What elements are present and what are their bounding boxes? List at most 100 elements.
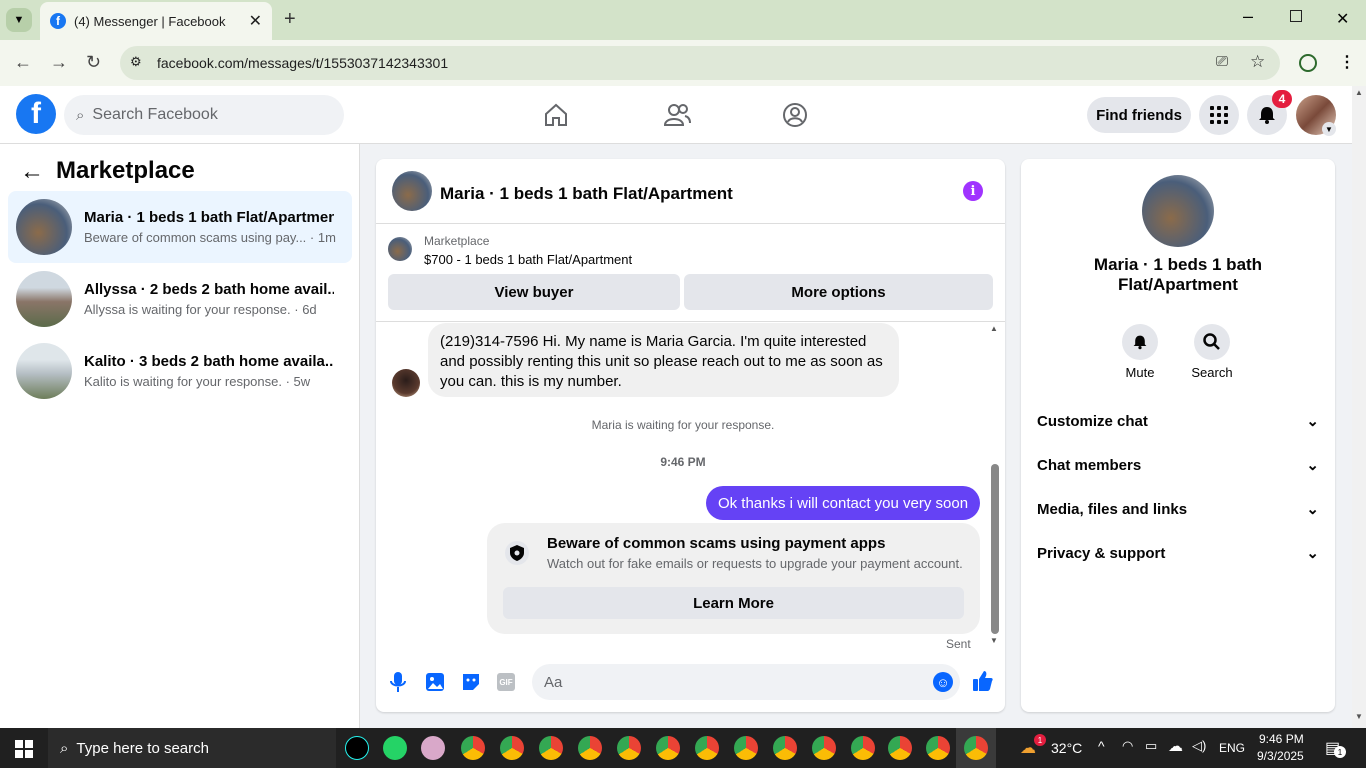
info-avatar[interactable]: [1142, 175, 1214, 247]
chrome-profile-icon[interactable]: [656, 736, 680, 760]
learn-more-button[interactable]: Learn More: [503, 587, 964, 619]
scrollbar-thumb[interactable]: [991, 464, 999, 634]
paint-app-icon[interactable]: [421, 736, 445, 760]
chrome-profile-icon[interactable]: [964, 736, 988, 760]
maximize-icon[interactable]: [1290, 10, 1302, 22]
view-buyer-button[interactable]: View buyer: [388, 274, 680, 310]
chrome-profile-icon[interactable]: [695, 736, 719, 760]
conversation-preview: Kalito is waiting for your response. · 5…: [84, 374, 311, 389]
incoming-message-bubble: (219)314-7596 Hi. My name is Maria Garci…: [428, 323, 899, 397]
mute-button[interactable]: [1122, 324, 1158, 360]
conversation-item[interactable]: Kalito · 3 beds 2 bath home availa... Kal…: [8, 335, 352, 407]
privacy-support-section[interactable]: Privacy & support ⌄: [1037, 535, 1319, 571]
tab-list-button[interactable]: ▼: [6, 8, 32, 32]
profile-icon[interactable]: [1299, 54, 1317, 72]
scroll-up-icon[interactable]: ▲: [990, 324, 998, 333]
chrome-profile-icon[interactable]: [617, 736, 641, 760]
chrome-profile-icon[interactable]: [926, 736, 950, 760]
whatsapp-icon[interactable]: [383, 736, 407, 760]
section-label: Customize chat: [1037, 412, 1148, 430]
sender-avatar: [392, 369, 420, 397]
scroll-down-icon[interactable]: ▼: [990, 636, 998, 645]
info-icon[interactable]: i: [963, 181, 983, 201]
listing-price[interactable]: $700 - 1 beds 1 bath Flat/Apartment: [424, 252, 632, 267]
customize-chat-section[interactable]: Customize chat ⌄: [1037, 403, 1319, 439]
groups-icon[interactable]: [782, 102, 808, 128]
chrome-profile-icon[interactable]: [888, 736, 912, 760]
minimize-icon[interactable]: –: [1243, 6, 1253, 27]
close-window-icon[interactable]: ✕: [1336, 9, 1349, 29]
windows-start-icon[interactable]: [15, 740, 33, 758]
conversation-item[interactable]: Maria · 1 beds 1 bath Flat/Apartment Bewa…: [8, 191, 352, 263]
chat-title[interactable]: Maria · 1 beds 1 bath Flat/Apartment: [440, 184, 733, 204]
battery-icon[interactable]: ▭: [1145, 738, 1157, 754]
more-options-button[interactable]: More options: [684, 274, 993, 310]
menu-grid-button[interactable]: [1199, 95, 1239, 135]
chrome-profile-icon[interactable]: [539, 736, 563, 760]
forward-icon[interactable]: →: [50, 52, 68, 73]
message-input[interactable]: Aa ☺: [532, 664, 960, 700]
site-info-icon[interactable]: ⚙: [130, 54, 142, 70]
install-app-icon[interactable]: ⎚: [1216, 53, 1228, 70]
scam-warning-title: Beware of common scams using payment app…: [547, 535, 886, 552]
search-label: Search: [1191, 365, 1233, 380]
weather-temp[interactable]: 32°C: [1051, 740, 1082, 756]
facebook-logo[interactable]: f: [16, 94, 56, 134]
browser-tab[interactable]: f (4) Messenger | Facebook ✕: [40, 2, 272, 40]
search-conversation-button[interactable]: [1194, 324, 1230, 360]
chevron-down-icon: ⌄: [1306, 545, 1319, 562]
grid-icon: [1210, 106, 1228, 124]
account-chevron-icon[interactable]: ▼: [1322, 122, 1336, 136]
chat-info-panel: Maria · 1 beds 1 bath Flat/Apartment Mut…: [1021, 159, 1335, 712]
magnifier-icon: [1203, 333, 1220, 350]
chrome-profile-icon[interactable]: [773, 736, 797, 760]
page-scroll-down-icon[interactable]: ▼: [1355, 712, 1363, 721]
clock-date[interactable]: 9/3/2025: [1257, 749, 1304, 763]
browser-menu-icon[interactable]: ⋮: [1339, 52, 1355, 72]
show-hidden-icons[interactable]: ^: [1098, 738, 1105, 754]
facebook-favicon-icon: f: [50, 13, 66, 29]
chrome-profile-icon[interactable]: [812, 736, 836, 760]
volume-icon[interactable]: ◁): [1192, 738, 1206, 754]
wifi-icon[interactable]: ◠: [1122, 738, 1133, 754]
chrome-profile-icon[interactable]: [461, 736, 485, 760]
microphone-icon[interactable]: [390, 671, 406, 693]
page-scroll-up-icon[interactable]: ▲: [1355, 88, 1363, 97]
chrome-profile-icon[interactable]: [578, 736, 602, 760]
find-friends-button[interactable]: Find friends: [1087, 97, 1191, 133]
friends-icon[interactable]: [663, 102, 691, 128]
reload-icon[interactable]: ↻: [86, 52, 101, 73]
taskbar-search-box[interactable]: ⌕ Type here to search: [48, 728, 336, 768]
conversation-item[interactable]: Allyssa · 2 beds 2 bath home avail... All…: [8, 263, 352, 335]
chat-scrollbar[interactable]: ▲ ▼: [990, 324, 1000, 648]
sticker-icon[interactable]: [461, 672, 481, 692]
chrome-profile-icon[interactable]: [500, 736, 524, 760]
new-tab-icon[interactable]: +: [284, 8, 296, 31]
media-files-section[interactable]: Media, files and links ⌄: [1037, 491, 1319, 527]
like-icon[interactable]: [972, 670, 994, 692]
shield-icon: [505, 541, 529, 565]
page-scrollbar[interactable]: ▲ ▼: [1352, 86, 1366, 728]
back-icon[interactable]: ←: [14, 52, 32, 73]
photo-icon[interactable]: [425, 672, 445, 692]
incoming-message-text: (219)314-7596 Hi. My name is Maria Garci…: [440, 333, 883, 390]
chrome-profile-icon[interactable]: [734, 736, 758, 760]
chat-avatar[interactable]: [392, 171, 432, 211]
close-tab-icon[interactable]: ✕: [249, 11, 262, 31]
clock-time[interactable]: 9:46 PM: [1259, 732, 1304, 746]
search-icon: ⌕: [76, 106, 85, 124]
address-bar[interactable]: ⚙ facebook.com/messages/t/15530371423433…: [120, 46, 1280, 80]
facebook-search-input[interactable]: ⌕ Search Facebook: [64, 95, 344, 135]
emoji-icon[interactable]: ☺: [933, 672, 953, 692]
language-indicator[interactable]: ENG: [1219, 741, 1245, 755]
windows-taskbar: ⌕ Type here to search ☁ 1 32°C ^ ◠ ▭ ☁ ◁…: [0, 728, 1366, 768]
scam-warning-body: Watch out for fake emails or requests to…: [547, 556, 963, 571]
gif-button[interactable]: GIF: [497, 673, 515, 691]
home-icon[interactable]: [543, 102, 569, 128]
bookmark-star-icon[interactable]: ☆: [1250, 52, 1265, 72]
cloud-icon[interactable]: ☁: [1168, 737, 1183, 755]
back-arrow-icon[interactable]: ←: [20, 158, 44, 186]
chat-members-section[interactable]: Chat members ⌄: [1037, 447, 1319, 483]
tiktok-icon[interactable]: [345, 736, 369, 760]
chrome-profile-icon[interactable]: [851, 736, 875, 760]
